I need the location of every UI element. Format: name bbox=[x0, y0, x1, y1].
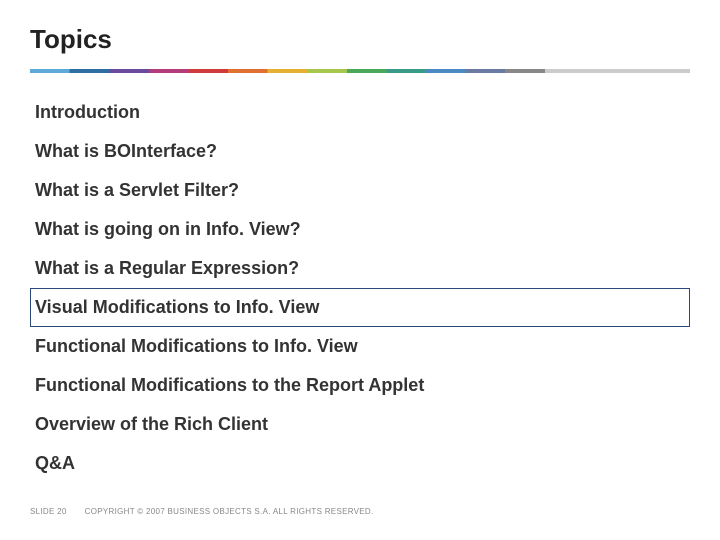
topic-item: What is BOInterface? bbox=[30, 132, 690, 171]
copyright-text: COPYRIGHT © 2007 BUSINESS OBJECTS S.A. A… bbox=[85, 507, 374, 516]
topic-item: Functional Modifications to Info. View bbox=[30, 327, 690, 366]
topic-item: Q&A bbox=[30, 444, 690, 483]
divider-rainbow bbox=[30, 69, 690, 73]
topics-list: Introduction What is BOInterface? What i… bbox=[30, 93, 690, 483]
topic-item: What is a Regular Expression? bbox=[30, 249, 690, 288]
slide-number: SLIDE 20 bbox=[30, 507, 67, 516]
topic-item: Functional Modifications to the Report A… bbox=[30, 366, 690, 405]
footer: SLIDE 20 COPYRIGHT © 2007 BUSINESS OBJEC… bbox=[30, 507, 374, 516]
topic-item: Overview of the Rich Client bbox=[30, 405, 690, 444]
page-title: Topics bbox=[30, 24, 690, 55]
slide: Topics Introduction What is BOInterface?… bbox=[0, 0, 720, 540]
topic-item: Introduction bbox=[30, 93, 690, 132]
topic-item: What is going on in Info. View? bbox=[30, 210, 690, 249]
topic-item: What is a Servlet Filter? bbox=[30, 171, 690, 210]
topic-item-current: Visual Modifications to Info. View bbox=[30, 288, 690, 327]
